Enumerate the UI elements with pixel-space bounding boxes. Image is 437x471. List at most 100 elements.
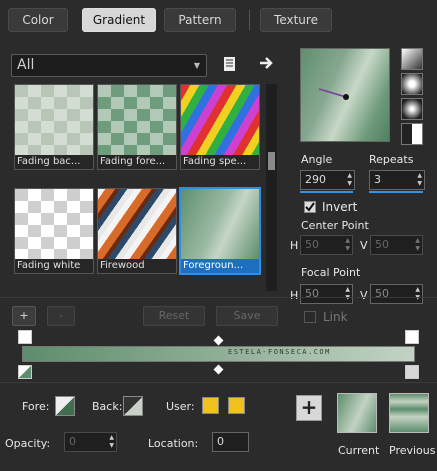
invert-label: Invert xyxy=(322,200,358,214)
back-swatch[interactable] xyxy=(123,396,143,416)
reset-button[interactable]: Reset xyxy=(143,306,205,326)
add-stop-button[interactable]: + xyxy=(296,395,322,421)
tab-color[interactable]: Color xyxy=(8,8,68,32)
opacity-input[interactable]: 0 ▲ ▼ xyxy=(64,432,117,452)
center-h-input[interactable]: 50 ▲ ▼ xyxy=(300,235,353,255)
remove-gradient-button[interactable]: - xyxy=(47,306,75,326)
linear-style-button[interactable] xyxy=(401,48,423,70)
focal-h-value: 50 xyxy=(305,287,319,300)
location-label: Location: xyxy=(148,437,199,450)
gradient-thumb-fading-spectrum[interactable]: Fading spe... xyxy=(180,84,260,170)
back-label: Back: xyxy=(92,400,123,413)
gradient-editor-bar[interactable]: ESTELA-FONSECA.COM xyxy=(22,346,415,362)
tab-gradient[interactable]: Gradient xyxy=(82,8,156,32)
focal-v-input[interactable]: 50 ▲▼ xyxy=(370,284,423,304)
gradient-preview xyxy=(15,85,93,157)
watermark-text: ESTELA-FONSECA.COM xyxy=(228,348,331,356)
spinner-arrows-icon[interactable]: ▲▼ xyxy=(345,286,350,302)
spinner-arrows-icon[interactable]: ▲▼ xyxy=(109,434,114,450)
top-stop-left[interactable] xyxy=(18,330,32,344)
center-point-label: Center Point xyxy=(301,219,369,232)
gradient-preview xyxy=(98,189,176,261)
library-icon[interactable] xyxy=(222,56,238,72)
editor-separator xyxy=(0,297,437,298)
top-stop-right[interactable] xyxy=(405,330,419,344)
location-input[interactable]: 0 xyxy=(212,432,249,452)
angle-value: 290 xyxy=(305,173,326,186)
gradient-thumb-foreground[interactable]: Foregroun... xyxy=(179,187,261,275)
repeats-slider[interactable] xyxy=(369,191,423,193)
spinner-arrows-icon[interactable]: ▲▼ xyxy=(415,237,420,253)
midpoint-bottom-marker[interactable] xyxy=(213,364,224,375)
plus-icon: + xyxy=(300,395,318,419)
angle-input[interactable]: 290 ▲ ▼ xyxy=(300,170,355,190)
gradient-name: Fading white xyxy=(15,259,93,273)
gradient-thumb-fading-background[interactable]: Fading bac... xyxy=(14,84,94,170)
category-dropdown[interactable]: All ▼ xyxy=(11,54,207,77)
center-h-label: H xyxy=(290,239,299,252)
gradient-thumb-fading-white[interactable]: Fading white xyxy=(14,188,94,274)
focal-v-value: 50 xyxy=(375,287,389,300)
user-label: User: xyxy=(166,400,195,413)
repeats-label: Repeats xyxy=(369,153,414,166)
gradient-preview xyxy=(181,85,259,157)
angle-slider[interactable] xyxy=(300,191,353,193)
add-gradient-button[interactable]: + xyxy=(12,306,36,326)
gradient-name: Fading bac... xyxy=(15,155,93,169)
angle-handle-icon[interactable] xyxy=(301,49,389,141)
previous-gradient-preview[interactable] xyxy=(389,393,429,433)
spinner-arrows-icon[interactable]: ▲▼ xyxy=(347,172,352,188)
color-stop-left[interactable] xyxy=(18,365,32,379)
gradient-preview xyxy=(15,189,93,261)
tab-pattern[interactable]: Pattern xyxy=(164,8,236,32)
repeats-input[interactable]: 3 ▲ ▼ xyxy=(369,170,425,190)
save-button[interactable]: Save xyxy=(216,306,278,326)
gradient-thumb-fading-foreground[interactable]: Fading fore... xyxy=(97,84,177,170)
gradient-thumb-firewood[interactable]: Firewood xyxy=(97,188,177,274)
focal-h-input[interactable]: 50 ▲▼ xyxy=(300,284,353,304)
spinner-arrows-icon[interactable]: ▲▼ xyxy=(415,286,420,302)
user-swatch-2[interactable] xyxy=(228,397,245,414)
radial-style-button[interactable] xyxy=(401,123,423,145)
tab-texture[interactable]: Texture xyxy=(260,8,332,32)
focal-h-label: H xyxy=(290,289,299,302)
sunburst-style-button[interactable] xyxy=(401,98,423,120)
location-value: 0 xyxy=(217,435,224,448)
repeats-value: 3 xyxy=(374,173,381,186)
gradient-name: Fading spe... xyxy=(181,155,259,169)
link-label: Link xyxy=(323,310,348,324)
bottom-separator xyxy=(0,382,437,383)
gradient-preview-large[interactable] xyxy=(300,48,390,142)
center-h-value: 50 xyxy=(305,238,319,251)
center-v-input[interactable]: 50 ▲ ▼ xyxy=(370,235,423,255)
spinner-arrows-icon[interactable]: ▲▼ xyxy=(417,172,422,188)
color-stop-right[interactable] xyxy=(405,365,419,379)
angle-label: Angle xyxy=(301,153,333,166)
category-selected: All xyxy=(17,57,35,73)
gradient-name: Firewood xyxy=(98,259,176,273)
scrollbar-thumb[interactable] xyxy=(268,152,275,170)
midpoint-top-marker[interactable] xyxy=(213,335,224,346)
gradient-preview xyxy=(181,189,259,261)
rectangular-style-button[interactable] xyxy=(401,73,423,95)
gradient-name: Foregroun... xyxy=(181,259,259,273)
previous-label: Previous xyxy=(389,444,436,457)
link-checkbox[interactable] xyxy=(304,311,316,323)
arrow-right-icon[interactable] xyxy=(258,55,274,71)
tab-divider xyxy=(249,10,250,30)
fore-swatch[interactable] xyxy=(55,396,75,416)
opacity-value: 0 xyxy=(69,435,76,448)
checkmark-icon xyxy=(305,202,315,212)
fore-label: Fore: xyxy=(22,400,50,413)
center-v-label: V xyxy=(360,239,368,252)
spinner-arrows-icon[interactable]: ▲▼ xyxy=(345,237,350,253)
focal-point-label: Focal Point xyxy=(301,266,361,279)
focal-v-label: V xyxy=(360,289,368,302)
current-gradient-preview[interactable] xyxy=(337,393,377,433)
user-swatch-1[interactable] xyxy=(202,397,219,414)
invert-checkbox[interactable] xyxy=(304,201,316,213)
current-label: Current xyxy=(338,444,380,457)
gallery-scrollbar[interactable] xyxy=(266,84,277,291)
gradient-name: Fading fore... xyxy=(98,155,176,169)
gradient-preview xyxy=(98,85,176,157)
